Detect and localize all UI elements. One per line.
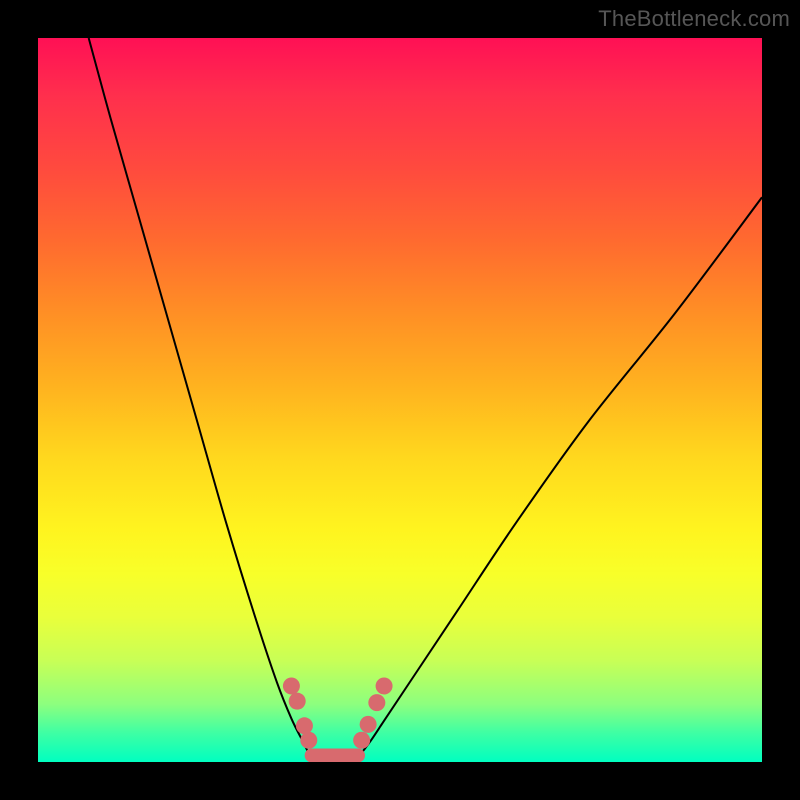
- chart-container: TheBottleneck.com: [0, 0, 800, 800]
- left-curve: [89, 38, 310, 755]
- curve-markers: [283, 677, 393, 748]
- curve-marker: [289, 693, 306, 710]
- plot-area: [38, 38, 762, 762]
- chart-svg: [38, 38, 762, 762]
- curve-marker: [296, 717, 313, 734]
- curve-marker: [376, 677, 393, 694]
- watermark-text: TheBottleneck.com: [598, 6, 790, 32]
- curve-marker: [283, 677, 300, 694]
- curve-marker: [353, 732, 370, 749]
- right-curve: [360, 197, 762, 754]
- curve-marker: [360, 716, 377, 733]
- curve-marker: [300, 732, 317, 749]
- curve-marker: [368, 694, 385, 711]
